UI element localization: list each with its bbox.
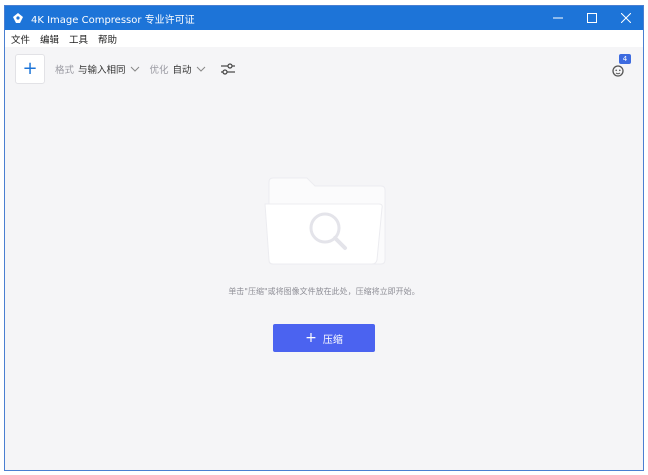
title-bar: 4K Image Compressor 专业许可证 bbox=[5, 6, 643, 30]
format-dropdown[interactable]: 与输入相同 bbox=[78, 62, 126, 76]
empty-folder-search-icon bbox=[261, 168, 391, 268]
optimize-dropdown[interactable]: 自动 bbox=[173, 62, 192, 76]
menu-tools[interactable]: 工具 bbox=[69, 32, 88, 46]
compress-button-label: 压缩 bbox=[322, 334, 343, 346]
drop-hint-text: 单击"压缩"或将图像文件放在此处，压缩将立即开始。 bbox=[228, 287, 420, 296]
window-title: 4K Image Compressor 专业许可证 bbox=[31, 14, 195, 26]
maximize-button[interactable] bbox=[575, 6, 609, 30]
sliders-icon[interactable] bbox=[220, 62, 236, 76]
drop-zone[interactable]: 单击"压缩"或将图像文件放在此处，压缩将立即开始。 + 压缩 bbox=[5, 91, 643, 471]
menu-help[interactable]: 帮助 bbox=[98, 32, 117, 46]
compress-button[interactable]: + 压缩 bbox=[273, 324, 375, 352]
close-button[interactable] bbox=[609, 6, 643, 30]
minimize-button[interactable] bbox=[541, 6, 575, 30]
window-controls bbox=[541, 6, 643, 30]
menu-bar: 文件 编辑 工具 帮助 bbox=[5, 30, 643, 47]
chevron-down-icon[interactable] bbox=[196, 66, 206, 72]
chevron-down-icon[interactable] bbox=[130, 66, 140, 72]
plus-icon: + bbox=[305, 330, 317, 346]
add-image-button[interactable]: + bbox=[15, 54, 45, 84]
format-label: 格式 bbox=[55, 65, 75, 76]
account-button[interactable]: 4 bbox=[607, 54, 631, 80]
menu-file[interactable]: 文件 bbox=[11, 32, 30, 46]
notification-badge: 4 bbox=[619, 54, 631, 64]
app-window: 4K Image Compressor 专业许可证 文件 编辑 工具 帮助 + … bbox=[4, 5, 644, 471]
toolbar: + 格式 与输入相同 优化 自动 bbox=[5, 47, 643, 91]
app-logo-icon bbox=[11, 11, 25, 25]
menu-edit[interactable]: 编辑 bbox=[40, 32, 59, 46]
optimize-label: 优化 bbox=[149, 65, 169, 76]
